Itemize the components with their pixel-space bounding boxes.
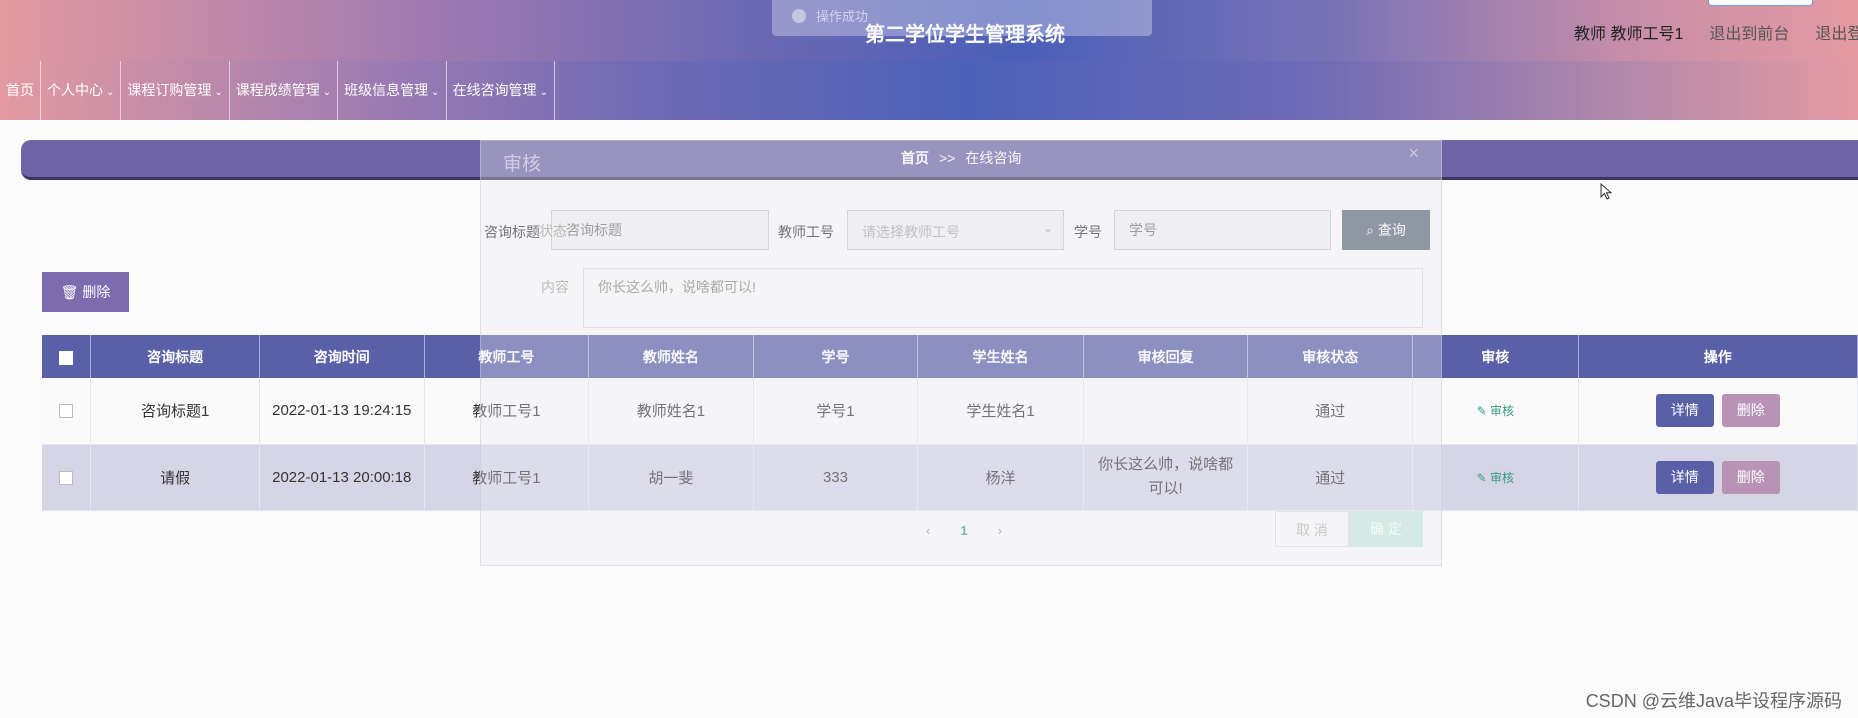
back-to-front-link[interactable]: 退出到前台 xyxy=(1709,20,1789,44)
column-header: 咨询时间 xyxy=(259,335,425,378)
dialog-confirm-button[interactable]: 确 定 xyxy=(1349,511,1423,547)
audit-link[interactable]: ✎ 审核 xyxy=(1477,471,1514,485)
cell-time: 2022-01-13 20:00:18 xyxy=(259,444,425,511)
user-info: 教师 教师工号1 xyxy=(1574,26,1684,43)
row-select-cell[interactable] xyxy=(42,378,92,445)
mouse-cursor-icon xyxy=(1600,183,1613,200)
cell-title: 咨询标题1 xyxy=(90,378,260,445)
row-checkbox[interactable] xyxy=(59,470,74,485)
row-checkbox[interactable] xyxy=(59,404,74,419)
chevron-down-icon: ⌄ xyxy=(214,87,223,98)
column-header: 咨询标题 xyxy=(90,335,260,378)
nav-item-course-score[interactable]: 课程成绩管理 ⌄ xyxy=(230,61,339,120)
success-toast: 操作成功 xyxy=(772,0,1152,36)
column-header: 操作 xyxy=(1578,335,1858,378)
trash-icon: 🗑 xyxy=(60,284,79,300)
audit-label: 审核 xyxy=(1489,404,1514,419)
chevron-down-icon: ⌄ xyxy=(539,87,548,98)
audit-label: 审核 xyxy=(1489,470,1514,485)
nav-label: 课程订购管理 xyxy=(127,82,212,98)
logout-link[interactable]: 退出登 xyxy=(1815,20,1858,44)
cell-actions: 详情 删除 xyxy=(1578,444,1858,511)
audit-dialog: 审核 × 状态 内容 你长这么帅，说啥都可以! 取 消 确 定 xyxy=(480,140,1442,566)
nav-item-home[interactable]: 首页 xyxy=(0,61,41,120)
cell-time: 2022-01-13 19:24:15 xyxy=(259,378,425,445)
nav-label: 首页 xyxy=(6,82,34,98)
detail-button[interactable]: 详情 xyxy=(1655,460,1714,494)
top-edge-button[interactable] xyxy=(1708,0,1813,6)
select-all-cell[interactable] xyxy=(42,335,92,378)
chevron-down-icon: ⌄ xyxy=(106,87,115,98)
success-icon xyxy=(792,9,806,23)
delete-button[interactable]: 删除 xyxy=(1721,394,1780,428)
nav-label: 班级信息管理 xyxy=(344,82,429,98)
dialog-cancel-button[interactable]: 取 消 xyxy=(1275,511,1349,547)
close-icon[interactable]: × xyxy=(1408,143,1419,164)
toast-text: 操作成功 xyxy=(816,9,869,24)
nav-item-personal[interactable]: 个人中心 ⌄ xyxy=(41,61,122,120)
detail-button[interactable]: 详情 xyxy=(1655,394,1714,428)
bulk-delete-label: 删除 xyxy=(82,284,111,300)
nav-label: 个人中心 xyxy=(47,82,103,98)
edit-icon: ✎ xyxy=(1476,470,1487,485)
cell-title: 请假 xyxy=(90,444,260,511)
edit-icon: ✎ xyxy=(1476,404,1487,419)
dialog-title: 审核 xyxy=(503,154,542,175)
chevron-down-icon: ⌄ xyxy=(322,87,332,98)
nav-item-class-info[interactable]: 班级信息管理 ⌄ xyxy=(338,61,447,120)
nav-item-consult[interactable]: 在线咨询管理 ⌄ xyxy=(447,61,555,120)
audit-link[interactable]: ✎ 审核 xyxy=(1477,404,1514,418)
cell-actions: 详情 删除 xyxy=(1578,378,1858,445)
chevron-down-icon: ⌄ xyxy=(431,87,440,98)
delete-button[interactable]: 删除 xyxy=(1721,460,1780,494)
row-select-cell[interactable] xyxy=(42,444,92,511)
select-all-checkbox[interactable] xyxy=(59,350,74,365)
watermark: CSDN @云维Java毕设程序源码 xyxy=(1585,691,1842,711)
nav-label: 课程成绩管理 xyxy=(235,82,320,98)
app-header: 第二学位学生管理系统 教师 教师工号1 退出到前台 退出登 操作成功 xyxy=(0,0,1858,61)
dialog-content-textarea[interactable]: 你长这么帅，说啥都可以! xyxy=(583,268,1423,328)
bulk-delete-button[interactable]: 🗑 删除 xyxy=(42,272,129,312)
main-nav: 首页 个人中心 ⌄ 课程订购管理 ⌄ 课程成绩管理 ⌄ 班级信息管理 ⌄ 在线咨询管理 ⌄ xyxy=(0,61,1858,120)
header-right: 教师 教师工号1 退出到前台 退出登 xyxy=(1574,20,1858,44)
dialog-status-label: 状态 xyxy=(539,223,567,239)
dialog-content-label: 内容 xyxy=(541,279,569,295)
nav-label: 在线咨询管理 xyxy=(452,82,537,98)
nav-item-course-order[interactable]: 课程订购管理 ⌄ xyxy=(121,61,230,120)
